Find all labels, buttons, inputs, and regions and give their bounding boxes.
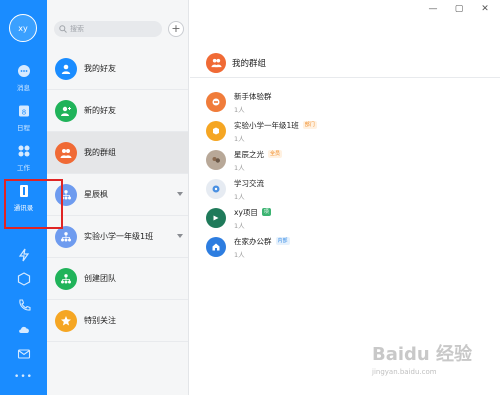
watermark-main: Baidu 经验 xyxy=(372,344,473,365)
rail-item-label: 日程 xyxy=(17,124,30,132)
avatar[interactable]: xy xyxy=(9,14,37,42)
group-item-class1[interactable]: 实验小学一年级1班 部门 1人 xyxy=(206,117,486,145)
close-icon[interactable]: ✕ xyxy=(480,4,490,14)
chevron-down-icon[interactable] xyxy=(177,234,183,238)
list-item-create-team[interactable]: 创建团队 xyxy=(47,258,188,300)
phone-icon xyxy=(15,296,33,314)
list-item-team-class1[interactable]: 实验小学一年级1班 xyxy=(47,216,188,258)
list-item-my-groups[interactable]: 我的群组 xyxy=(47,132,188,174)
svg-text:8: 8 xyxy=(21,109,25,117)
list-item-label: 星辰枫 xyxy=(84,190,108,199)
add-button[interactable]: + xyxy=(168,21,184,37)
list-item-label: 新的好友 xyxy=(84,106,116,115)
hexagon-icon xyxy=(15,270,33,288)
search-input[interactable]: 搜索 xyxy=(54,21,162,37)
calendar-icon: 8 xyxy=(15,102,33,120)
rail-item-work[interactable]: 工作 xyxy=(0,142,47,178)
page-title: 我的群组 xyxy=(232,58,267,69)
create-team-icon xyxy=(55,267,77,290)
group-avatar-icon xyxy=(206,237,226,257)
chevron-down-icon[interactable] xyxy=(177,192,183,196)
watermark-sub: jingyan.baidu.com xyxy=(372,368,437,376)
internal-badge: 内部 xyxy=(275,237,290,245)
group-name: xy项目 xyxy=(234,207,258,217)
group-item-xingchen[interactable]: 星辰之光 全员 1人 xyxy=(206,146,486,174)
maximize-icon[interactable]: ▢ xyxy=(454,4,464,14)
group-member-count: 1人 xyxy=(234,192,245,201)
lightning-icon xyxy=(15,246,33,264)
list-item-label: 我的好友 xyxy=(84,64,116,73)
list-item-label: 特别关注 xyxy=(84,316,116,325)
group-avatar-icon xyxy=(206,121,226,141)
group-name: 实验小学一年级1班 xyxy=(234,120,299,130)
project-badge: 项 xyxy=(261,208,271,216)
page-header: 我的群组 xyxy=(190,48,500,78)
main-panel: — ▢ ✕ 我的群组 新手体验群 1人 实验小学一年级1班 部门 1人 星辰之光全… xyxy=(190,0,500,395)
rail-item-messages[interactable]: 消息 xyxy=(0,62,47,98)
highlight-annotation xyxy=(4,179,63,229)
rail-item-more[interactable]: ••• xyxy=(0,370,47,395)
group-item-newbie[interactable]: 新手体验群 1人 xyxy=(206,88,486,116)
list-item-label: 我的群组 xyxy=(84,148,116,157)
group-member-count: 1人 xyxy=(234,250,245,259)
group-avatar-icon xyxy=(206,179,226,199)
list-item-special-follow[interactable]: 特别关注 xyxy=(47,300,188,342)
group-item-wfh[interactable]: 在家办公群 内部 1人 xyxy=(206,233,486,261)
group-member-count: 1人 xyxy=(234,221,245,230)
list-item-new-friends[interactable]: 新的好友 xyxy=(47,90,188,132)
minimize-icon[interactable]: — xyxy=(428,4,438,14)
more-icon: ••• xyxy=(14,372,33,382)
rail-item-label: 工作 xyxy=(17,164,30,172)
star-icon xyxy=(55,309,77,332)
list-item-label: 创建团队 xyxy=(84,274,116,283)
cloud-icon xyxy=(15,320,33,338)
group-name: 星辰之光 xyxy=(234,149,264,159)
group-item-study[interactable]: 学习交流 1人 xyxy=(206,175,486,203)
person-icon xyxy=(55,57,77,80)
search-placeholder: 搜索 xyxy=(70,25,84,33)
contact-list-panel: 搜索 + 我的好友 新的好友 我的群组 星辰枫 实验小学一年级1班 创建团队 特… xyxy=(47,0,189,395)
group-item-xy-project[interactable]: xy项目项 1人 xyxy=(206,204,486,232)
search-icon xyxy=(59,25,67,33)
apps-grid-icon xyxy=(15,142,33,160)
group-member-count: 1人 xyxy=(234,134,245,143)
group-icon xyxy=(55,141,77,164)
rail-item-label: 消息 xyxy=(17,84,30,92)
group-member-count: 1人 xyxy=(234,163,245,172)
group-name: 学习交流 xyxy=(234,178,264,188)
group-name: 新手体验群 xyxy=(234,91,272,101)
add-person-icon xyxy=(55,99,77,122)
rail-item-calendar[interactable]: 8 日程 xyxy=(0,102,47,138)
group-avatar-photo xyxy=(206,150,226,170)
list-item-my-friends[interactable]: 我的好友 xyxy=(47,48,188,90)
group-avatar-icon xyxy=(206,208,226,228)
group-icon xyxy=(206,52,226,73)
department-badge: 部门 xyxy=(302,121,317,129)
list-item-label: 实验小学一年级1班 xyxy=(84,232,154,241)
group-name: 在家办公群 xyxy=(234,236,272,246)
group-member-count: 1人 xyxy=(234,105,245,114)
all-members-badge: 全员 xyxy=(268,150,283,158)
mail-icon xyxy=(15,345,33,363)
list-item-team-xingchenfeng[interactable]: 星辰枫 xyxy=(47,174,188,216)
group-avatar-icon xyxy=(206,92,226,112)
chat-icon xyxy=(15,62,33,80)
watermark: Baidu 经验 jingyan.baidu.com xyxy=(372,340,492,385)
